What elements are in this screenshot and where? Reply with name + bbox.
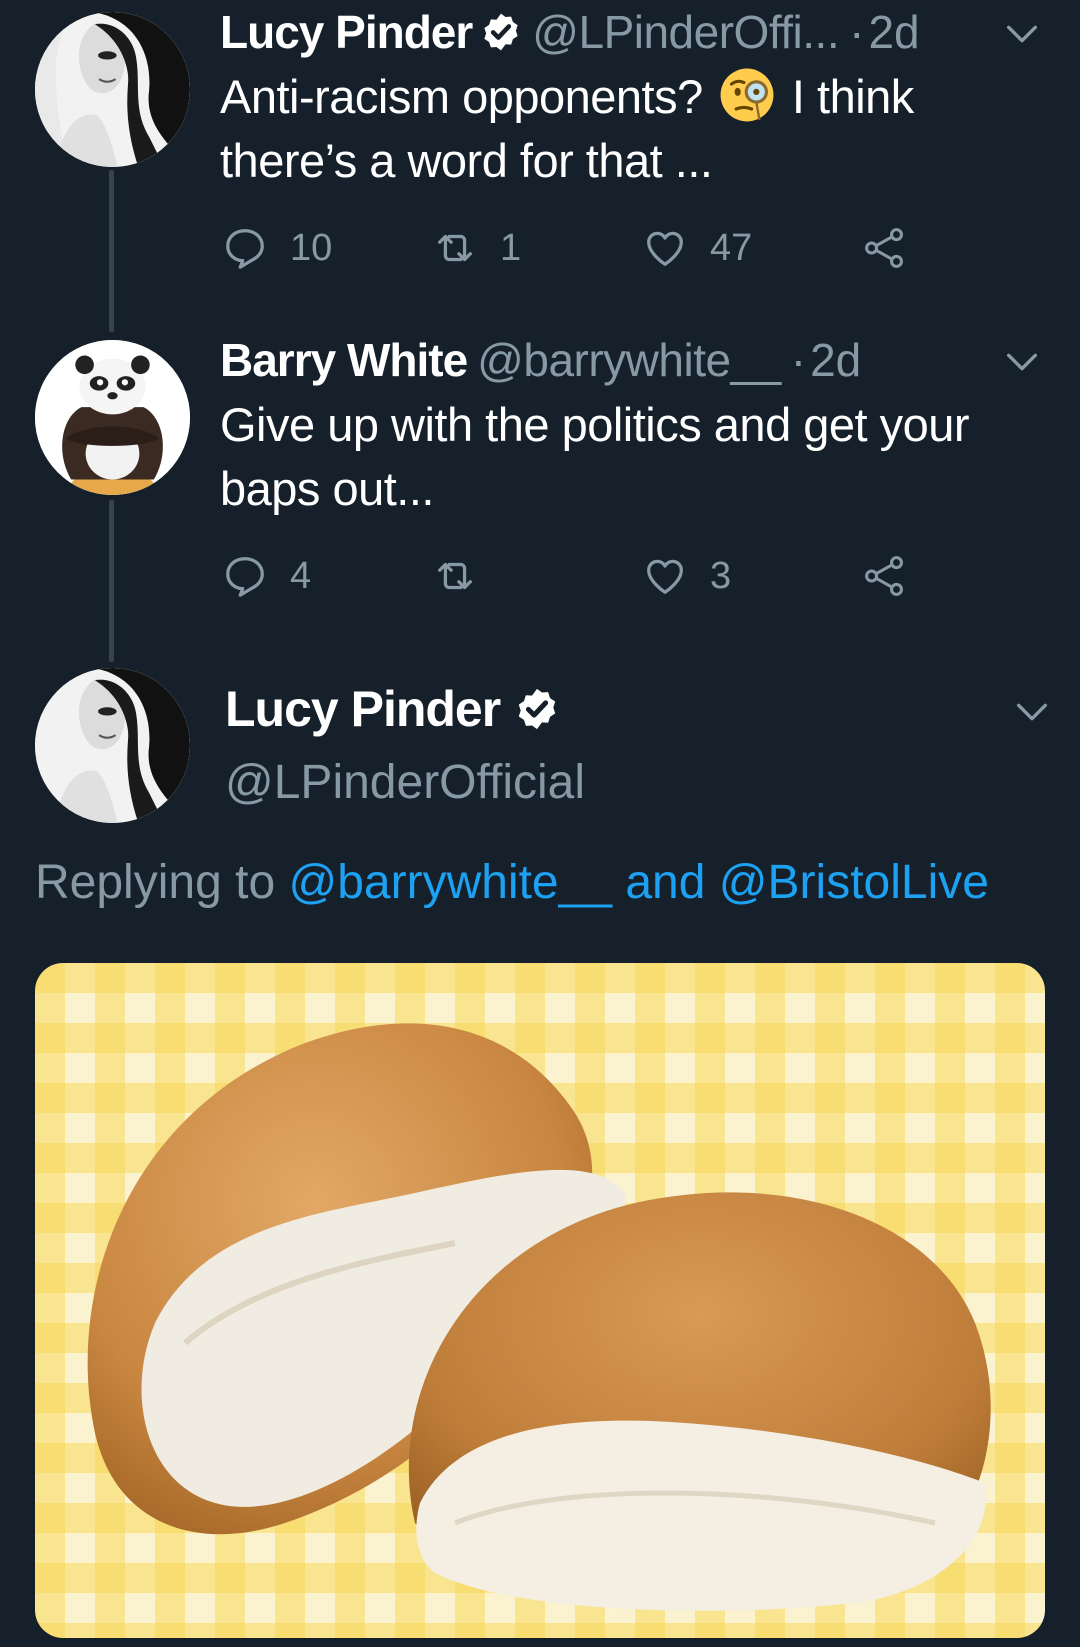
tweet-image[interactable]	[35, 963, 1045, 1638]
avatar[interactable]	[35, 668, 190, 823]
reply-icon	[226, 229, 264, 269]
user-handle[interactable]: @LPinderOfficial	[225, 755, 585, 810]
share-button[interactable]	[862, 218, 930, 278]
chevron-down-icon[interactable]	[1012, 692, 1052, 732]
display-name[interactable]: Lucy Pinder	[225, 680, 501, 738]
separator-dot: ·	[790, 334, 807, 386]
avatar[interactable]	[35, 12, 190, 167]
replying-prefix: Replying to	[35, 856, 276, 909]
retweet-count: 1	[500, 226, 522, 269]
tweet-header: Lucy Pinder @LPinderOffi... · 2d	[220, 2, 1040, 62]
thread-line-1	[109, 170, 114, 332]
reply-count: 4	[290, 554, 312, 597]
like-button[interactable]: 47	[642, 218, 752, 278]
avatar[interactable]	[35, 340, 190, 495]
like-count: 47	[710, 226, 753, 269]
retweet-button[interactable]	[432, 546, 500, 606]
share-button[interactable]	[862, 546, 930, 606]
reply-button[interactable]: 4	[222, 546, 311, 606]
reply-icon	[226, 557, 264, 597]
reply-button[interactable]: 10	[222, 218, 332, 278]
main-display-name[interactable]: Lucy Pinder	[225, 680, 560, 738]
replying-to: Replying to @barrywhite__ and @BristolLi…	[35, 855, 989, 910]
tweet-text: Give up with the politics and get your b…	[220, 398, 970, 515]
reply-count: 10	[290, 226, 333, 269]
timestamp[interactable]: 2d	[868, 5, 919, 59]
display-name[interactable]: Barry White	[220, 333, 468, 387]
like-count: 3	[710, 554, 732, 597]
tweet-text: Anti-racism opponents? I think there’s a…	[220, 65, 1030, 193]
tweet-text-part: Anti-racism opponents?	[220, 70, 703, 123]
tweet-actions: 4 3	[222, 546, 922, 606]
user-handle[interactable]: @barrywhite__	[477, 333, 781, 387]
display-name[interactable]: Lucy Pinder	[220, 5, 473, 59]
verified-badge-icon	[518, 688, 556, 730]
thread-line-2	[109, 500, 114, 662]
separator-dot: ·	[849, 6, 865, 58]
mention-link[interactable]: @barrywhite__	[288, 856, 612, 909]
timestamp[interactable]: 2d	[810, 333, 861, 387]
share-icon	[865, 228, 904, 268]
retweet-icon	[438, 562, 472, 590]
face-with-monocle-icon	[720, 68, 774, 122]
user-handle[interactable]: @LPinderOffi...	[532, 5, 839, 59]
tweet-header: Barry White @barrywhite__ · 2d	[220, 330, 1040, 390]
mention-link[interactable]: @BristolLive	[719, 856, 989, 909]
retweet-button[interactable]: 1	[432, 218, 521, 278]
verified-badge-icon	[484, 13, 518, 51]
chevron-down-icon[interactable]	[1002, 342, 1042, 382]
chevron-down-icon[interactable]	[1002, 14, 1042, 54]
like-button[interactable]: 3	[642, 546, 731, 606]
heart-icon	[647, 559, 683, 594]
share-icon	[865, 556, 904, 596]
replying-and[interactable]: and	[625, 856, 705, 909]
heart-icon	[647, 231, 683, 266]
retweet-icon	[438, 234, 472, 262]
tweet-actions: 10 1 47	[222, 218, 922, 278]
